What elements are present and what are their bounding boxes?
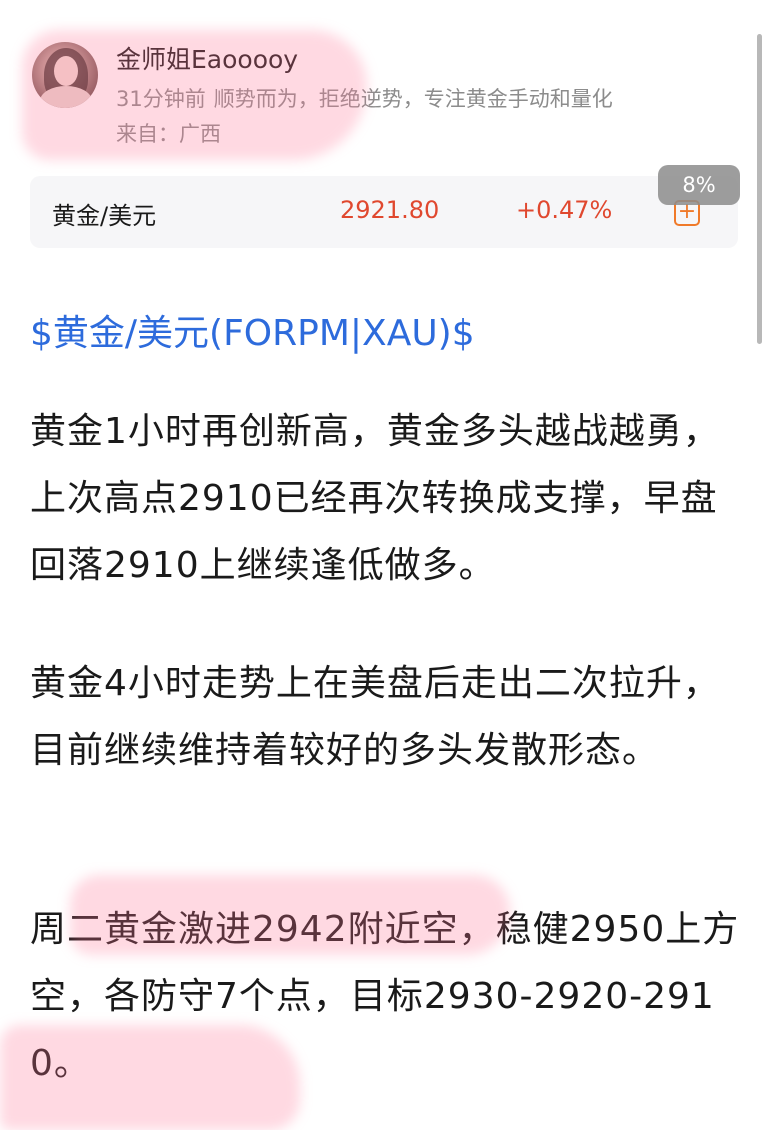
- paragraph-3: 周二黄金激进2942附近空，稳健2950上方空，各防守7个点，目标2930-29…: [30, 909, 740, 1084]
- author-name[interactable]: 金师姐Eaooooy: [116, 40, 298, 76]
- avatar[interactable]: [32, 42, 98, 108]
- post-time: 31分钟前: [116, 87, 206, 111]
- post-header: 金师姐Eaooooy 31分钟前 顺势而为，拒绝逆势，专注黄金手动和量化 来自：广…: [30, 38, 730, 148]
- paragraph-1: 黄金1小时再创新高，黄金多头越战越勇，上次高点2910已经再次转换成支撑，早盘回…: [30, 411, 720, 586]
- avatar-body: [40, 86, 92, 108]
- quote-name: 黄金/美元: [52, 202, 157, 230]
- stock-link[interactable]: $黄金/美元(FORPM|XAU)$: [30, 304, 475, 356]
- quote-card[interactable]: 黄金/美元 2921.80 +0.47% +: [30, 176, 738, 248]
- quote-change: +0.47%: [516, 196, 613, 224]
- percent-tooltip: 8%: [658, 165, 740, 205]
- post-location: 来自：广西: [116, 122, 221, 146]
- post-meta: 31分钟前 顺势而为，拒绝逆势，专注黄金手动和量化: [116, 83, 613, 113]
- author-bio: 顺势而为，拒绝逆势，专注黄金手动和量化: [213, 87, 613, 111]
- quote-price: 2921.80: [340, 196, 440, 224]
- paragraph-2: 黄金4小时走势上在美盘后走出二次拉升，目前继续维持着较好的多头发散形态。: [30, 663, 720, 771]
- scrollbar[interactable]: [757, 34, 762, 344]
- avatar-face: [54, 56, 78, 86]
